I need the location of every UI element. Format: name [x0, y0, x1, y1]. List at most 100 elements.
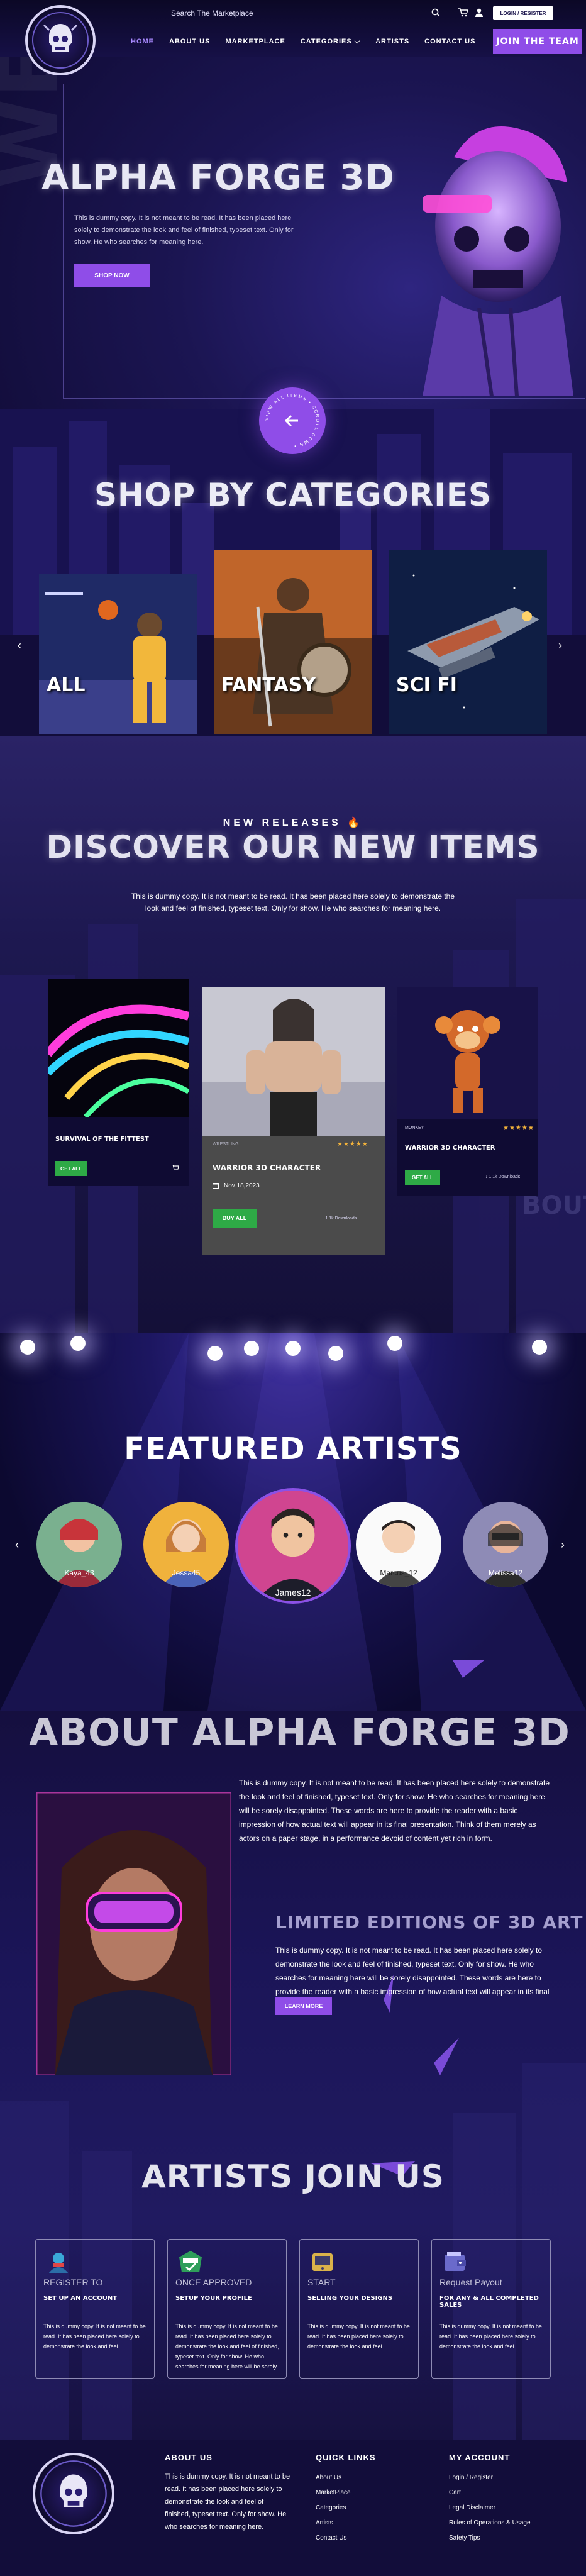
join-the-team-button[interactable]: JOIN THE TEAM [493, 29, 582, 54]
get-all-button[interactable]: GET ALL [55, 1161, 87, 1176]
product-date: Nov 18,2023 [224, 1182, 260, 1189]
login-register-button[interactable]: LOGIN / REGISTER [493, 6, 553, 20]
search-input[interactable]: Search The Marketplace [165, 6, 441, 21]
monkey-character-image [397, 987, 538, 1119]
cyberpunk-skull-image [423, 126, 573, 396]
footer-link-categories[interactable]: Categories [316, 2504, 346, 2511]
product-card[interactable]: MONKEY ★★★★★ WARRIOR 3D CHARACTER GET AL… [397, 987, 538, 1196]
nav-home[interactable]: HOME [123, 38, 162, 46]
vr-headset-woman-image [36, 1792, 231, 2075]
footer-account-heading: MY ACCOUNT [449, 2453, 511, 2462]
categories-next-arrow[interactable]: › [558, 639, 562, 652]
nav-contact-us[interactable]: CONTACT US [417, 38, 483, 46]
register-icon [48, 2253, 69, 2273]
nav-categories[interactable]: CATEGORIES ⌵ [293, 38, 368, 46]
product-name: WARRIOR 3D CHARACTER [213, 1163, 321, 1172]
featured-artists-title: FEATURED ARTISTS [124, 1431, 462, 1467]
get-all-button[interactable]: GET ALL [405, 1170, 440, 1185]
categories-prev-arrow[interactable]: ‹ [18, 639, 21, 652]
artists-next-arrow[interactable]: › [561, 1538, 565, 1552]
join-step-card: START SELLING YOUR DESIGNS This is dummy… [299, 2239, 419, 2379]
nav-artists[interactable]: ARTISTS [368, 38, 417, 46]
step-label: START [307, 2277, 336, 2287]
scroll-down-button[interactable]: VIEW ALL ITEMS • SCROLL DOWN • [259, 387, 326, 454]
artist-avatar-marcus[interactable]: Marcus_12 [356, 1502, 441, 1587]
footer-link-login[interactable]: Login / Register [449, 2474, 493, 2481]
categories-title: SHOP BY CATEGORIES [94, 477, 492, 513]
step-text: This is dummy copy. It is not meant to b… [175, 2323, 279, 2370]
search-icon[interactable] [431, 8, 440, 17]
shop-now-button[interactable]: SHOP NOW [74, 264, 150, 287]
hero-section: WELCOME ALPHA FORGE 3D This is dummy cop… [0, 57, 586, 635]
footer-about-heading: ABOUT US [165, 2453, 213, 2462]
hero-description: This is dummy copy. It is not meant to b… [74, 214, 294, 246]
stage-light [20, 1340, 35, 1355]
stage-light [207, 1346, 223, 1361]
product-rating: ★★★★★ [337, 1141, 368, 1148]
product-rating: ★★★★★ [503, 1124, 534, 1131]
artist-avatar-melissa[interactable]: Melissa12 [463, 1502, 548, 1587]
artist-avatar-jessa[interactable]: Jessa45 [143, 1502, 229, 1587]
product-category: WRESTLING [213, 1142, 239, 1146]
product-card[interactable]: SURVIVAL OF THE FITTEST GET ALL [48, 979, 189, 1186]
artist-name: Melissa12 [488, 1568, 523, 1577]
footer-link-contact[interactable]: Contact Us [316, 2534, 346, 2541]
footer-link-marketplace[interactable]: MarketPlace [316, 2489, 351, 2496]
footer-link-legal[interactable]: Legal Disclaimer [449, 2504, 495, 2511]
footer-link-cart[interactable]: Cart [449, 2489, 461, 2496]
artist-avatar-james[interactable]: James12 [235, 1488, 351, 1604]
footer-logo[interactable] [33, 2453, 114, 2534]
footer-link-artists[interactable]: Artists [316, 2519, 333, 2526]
new-releases-description: This is dummy copy. It is not meant to b… [131, 892, 455, 913]
basketball-player-image [39, 574, 197, 734]
product-card-featured[interactable]: WRESTLING ★★★★★ WARRIOR 3D CHARACTER Nov… [202, 987, 385, 1255]
join-title: ARTISTS JOIN US [141, 2158, 445, 2195]
new-releases-title: DISCOVER OUR NEW ITEMS [46, 829, 540, 865]
category-card-fantasy[interactable]: FANTASY [214, 550, 372, 734]
step-label: Request Payout [440, 2277, 502, 2287]
step-label: REGISTER TO [43, 2277, 103, 2287]
category-label: ALL [47, 674, 86, 696]
spaceship-image [389, 550, 547, 734]
user-icon[interactable] [474, 8, 484, 18]
approved-badge-icon [179, 2251, 202, 2272]
step-heading: SELLING YOUR DESIGNS [307, 2295, 393, 2302]
category-card-sci-fi[interactable]: SCI FI [389, 550, 547, 734]
start-selling-icon [312, 2253, 333, 2271]
artists-prev-arrow[interactable]: ‹ [15, 1538, 19, 1552]
stage-light [532, 1340, 547, 1355]
product-name: WARRIOR 3D CHARACTER [405, 1145, 495, 1152]
hero-title: ALPHA FORGE 3D [41, 157, 395, 198]
nav-marketplace[interactable]: MARKETPLACE [218, 38, 292, 46]
stage-light [387, 1336, 402, 1351]
cart-icon[interactable] [171, 1165, 179, 1171]
warrior-knight-image [214, 550, 372, 734]
join-step-card: ONCE APPROVED SETUP YOUR PROFILE This is… [167, 2239, 287, 2379]
join-step-card: Request Payout FOR ANY & ALL COMPLETED S… [431, 2239, 551, 2379]
artist-avatar-kaya[interactable]: Kaya_43 [36, 1502, 122, 1587]
nav-about-us[interactable]: ABOUT US [162, 38, 218, 46]
step-heading: SETUP YOUR PROFILE [175, 2295, 252, 2302]
learn-more-button[interactable]: LEARN MORE [275, 1997, 332, 2015]
footer-link-safety[interactable]: Safety Tips [449, 2534, 480, 2541]
category-label: FANTASY [221, 674, 316, 696]
footer-link-about[interactable]: About Us [316, 2474, 341, 2481]
step-heading: SET UP AN ACCOUNT [43, 2295, 118, 2302]
artist-name: Marcus_12 [380, 1568, 417, 1577]
artist-name: James12 [275, 1587, 311, 1597]
site-logo[interactable] [25, 5, 96, 75]
purple-shard-decoration [434, 2038, 459, 2075]
product-name: SURVIVAL OF THE FITTEST [55, 1136, 149, 1143]
product-downloads: ↓ 1.1k Downloads [485, 1175, 521, 1179]
stage-light [70, 1336, 86, 1351]
about-paragraph-1: This is dummy copy. It is not meant to b… [239, 1779, 550, 1843]
join-step-card: REGISTER TO SET UP AN ACCOUNT This is du… [35, 2239, 155, 2379]
category-card-all[interactable]: ALL [39, 574, 197, 734]
about-title: ABOUT ALPHA FORGE 3D [29, 1711, 570, 1755]
payout-wallet-icon [445, 2252, 466, 2271]
step-text: This is dummy copy. It is not meant to b… [440, 2323, 542, 2350]
footer-link-rules[interactable]: Rules of Operations & Usage [449, 2519, 531, 2526]
buy-all-button[interactable]: BUY ALL [213, 1209, 257, 1228]
cart-icon[interactable] [458, 8, 468, 18]
product-downloads: ↓ 1.1k Downloads [322, 1216, 357, 1221]
